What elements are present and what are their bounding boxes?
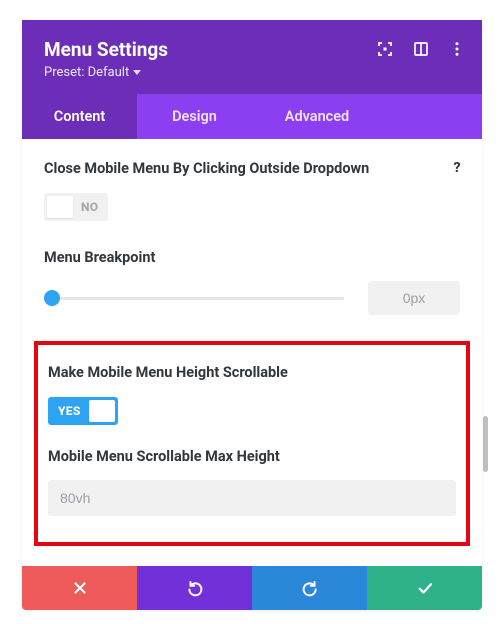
slider-thumb[interactable] xyxy=(44,290,60,306)
breakpoint-slider[interactable] xyxy=(44,289,344,307)
slider-track xyxy=(44,297,344,300)
chevron-down-icon xyxy=(133,70,141,75)
tab-design[interactable]: Design xyxy=(137,94,252,139)
field-max-height: Mobile Menu Scrollable Max Height xyxy=(48,447,456,517)
field-close-outside: Close Mobile Menu By Clicking Outside Dr… xyxy=(44,159,460,222)
cancel-button[interactable] xyxy=(22,566,137,610)
toggle-value: YES xyxy=(58,404,81,418)
field-breakpoint: Menu Breakpoint xyxy=(44,248,460,316)
field-label: Menu Breakpoint xyxy=(44,248,460,268)
save-button[interactable] xyxy=(367,566,482,610)
tab-content[interactable]: Content xyxy=(22,94,137,139)
panel-layout-icon[interactable] xyxy=(412,40,430,58)
field-label: Make Mobile Menu Height Scrollable xyxy=(48,363,456,383)
redo-button[interactable] xyxy=(252,566,367,610)
toggle-knob xyxy=(89,400,115,422)
field-label: Close Mobile Menu By Clicking Outside Dr… xyxy=(44,159,460,179)
field-label: Mobile Menu Scrollable Max Height xyxy=(48,447,456,467)
panel-header: Menu Settings Preset: Default xyxy=(22,20,482,94)
max-height-input[interactable] xyxy=(48,480,456,516)
focus-icon[interactable] xyxy=(376,40,394,58)
breakpoint-input[interactable] xyxy=(368,281,460,315)
tab-advanced[interactable]: Advanced xyxy=(252,94,382,139)
highlighted-group: Make Mobile Menu Height Scrollable YES M… xyxy=(34,341,470,546)
tabs: Content Design Advanced xyxy=(22,94,482,139)
header-actions xyxy=(376,40,466,58)
toggle-scrollable[interactable]: YES xyxy=(48,397,118,425)
toggle-value: NO xyxy=(81,200,98,214)
panel-footer xyxy=(22,566,482,610)
help-icon[interactable]: ? xyxy=(446,157,468,179)
field-scrollable: Make Mobile Menu Height Scrollable YES xyxy=(48,363,456,425)
panel-body: ? Close Mobile Menu By Clicking Outside … xyxy=(22,139,482,554)
scrollbar[interactable] xyxy=(483,416,488,472)
more-vert-icon[interactable] xyxy=(448,40,466,58)
undo-button[interactable] xyxy=(137,566,252,610)
toggle-close-outside[interactable]: NO xyxy=(44,193,108,221)
settings-panel: Menu Settings Preset: Default xyxy=(22,20,482,610)
preset-selector[interactable]: Preset: Default xyxy=(44,65,460,80)
preset-label: Preset: Default xyxy=(44,65,129,80)
toggle-knob xyxy=(47,196,73,218)
